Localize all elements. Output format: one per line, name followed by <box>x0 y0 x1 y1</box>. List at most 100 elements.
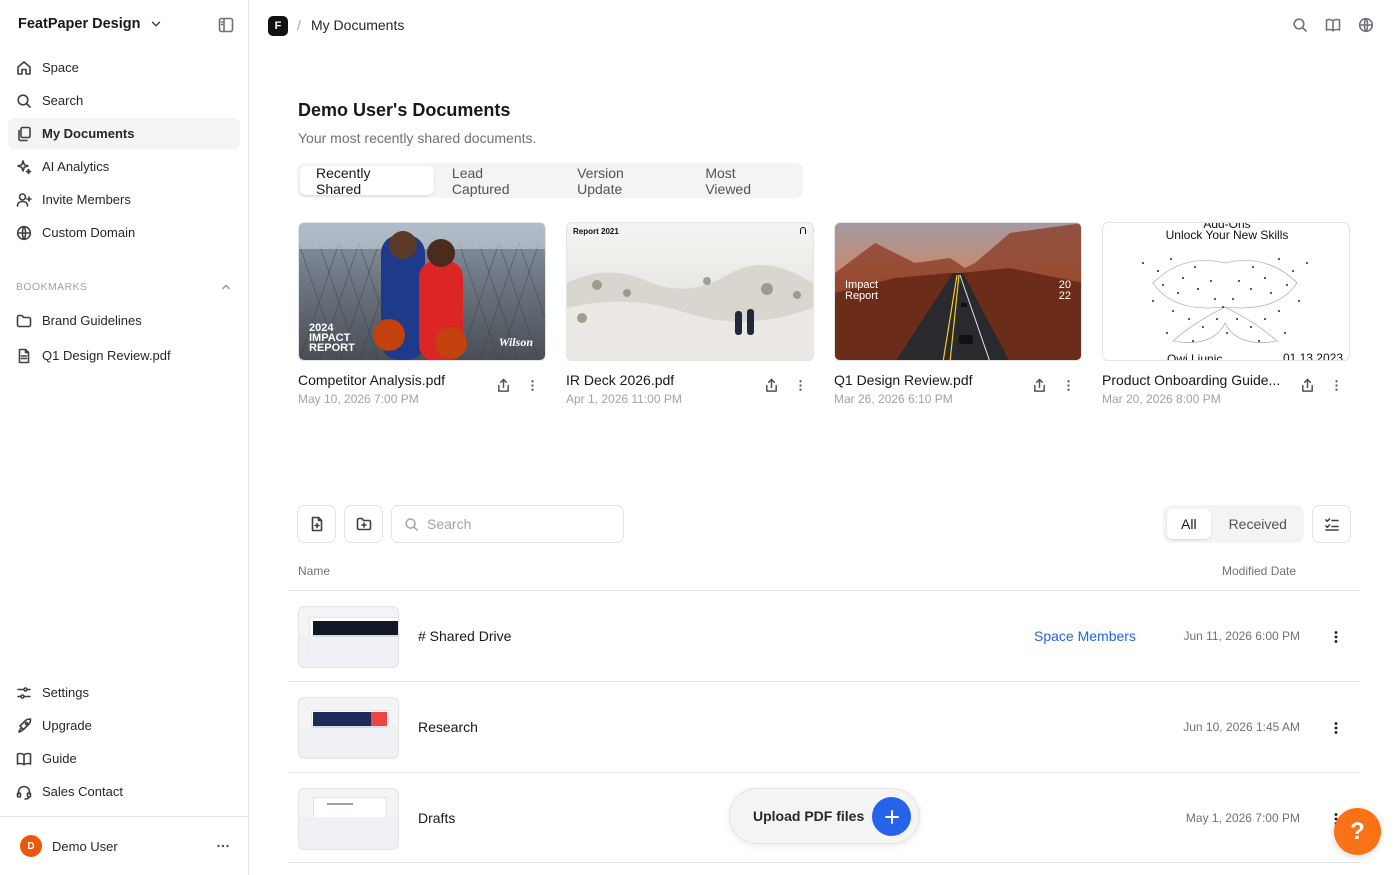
document-meta: Q1 Design Review.pdf Mar 26, 2026 6:10 P… <box>834 372 1082 412</box>
tab-recently-shared[interactable]: Recently Shared <box>300 165 434 197</box>
chevron-down-icon <box>151 21 160 27</box>
sparkles-icon <box>17 159 32 174</box>
folder-thumbnail <box>298 788 399 850</box>
row-sharing-link[interactable]: Space Members <box>1034 628 1136 644</box>
nav-item-my-documents[interactable]: My Documents <box>8 118 240 149</box>
nav-item-label: Settings <box>42 685 89 700</box>
document-card[interactable]: 2024 IMPACT REPORT Wilson Competitor Ana… <box>298 222 546 412</box>
workspace-switcher[interactable]: FeatPaper Design <box>18 16 163 32</box>
more-vertical-icon[interactable] <box>1328 720 1344 736</box>
workspace-name: FeatPaper Design <box>18 16 141 32</box>
nav-item-sales-contact[interactable]: Sales Contact <box>8 776 240 807</box>
document-meta: Competitor Analysis.pdf May 10, 2026 7:0… <box>298 372 546 412</box>
topbar: F / My Documents <box>249 0 1400 52</box>
nav-item-space[interactable]: Space <box>8 52 240 83</box>
document-thumbnail[interactable]: Report 2021 <box>566 222 814 361</box>
document-thumbnail[interactable]: 2024 IMPACT REPORT Wilson <box>298 222 546 361</box>
new-folder-button[interactable] <box>344 505 383 543</box>
nav-item-search[interactable]: Search <box>8 85 240 116</box>
share-icon[interactable] <box>1300 378 1315 393</box>
thumbnail-text: Owi Liunic <box>1167 352 1223 361</box>
row-name[interactable]: Research <box>418 719 478 735</box>
recent-documents: 2024 IMPACT REPORT Wilson Competitor Ana… <box>298 222 1350 412</box>
nav-item-settings[interactable]: Settings <box>8 677 240 708</box>
ownership-filter: All Received <box>1163 505 1304 543</box>
more-vertical-icon[interactable] <box>525 378 540 393</box>
user-menu[interactable]: D Demo User <box>0 816 249 875</box>
document-thumbnail[interactable]: Add-Ons Unlock Your New Skills Owi Liuni… <box>1102 222 1350 361</box>
document-title[interactable]: Product Onboarding Guide... <box>1102 372 1292 388</box>
share-icon[interactable] <box>1032 378 1047 393</box>
breadcrumb-separator: / <box>297 17 301 33</box>
bookmark-label: Brand Guidelines <box>42 313 142 328</box>
nav-item-ai-analytics[interactable]: AI Analytics <box>8 151 240 182</box>
topbar-actions <box>1292 17 1374 33</box>
row-name[interactable]: Drafts <box>418 810 455 826</box>
thumbnail-mark <box>800 227 806 234</box>
filter-received[interactable]: Received <box>1215 509 1301 539</box>
document-date: May 10, 2026 7:00 PM <box>298 392 419 406</box>
bookmark-brand-guidelines[interactable]: Brand Guidelines <box>8 304 240 337</box>
share-icon[interactable] <box>764 378 779 393</box>
document-card[interactable]: Add-Ons Unlock Your New Skills Owi Liuni… <box>1102 222 1350 412</box>
more-horizontal-icon[interactable] <box>215 838 231 854</box>
globe-icon[interactable] <box>1358 17 1374 33</box>
nav-item-upgrade[interactable]: Upgrade <box>8 710 240 741</box>
document-actions <box>764 378 808 393</box>
sidebar: FeatPaper Design Space Search My Documen… <box>0 0 249 875</box>
upload-label: Upload PDF files <box>753 808 865 824</box>
document-title[interactable]: IR Deck 2026.pdf <box>566 372 756 388</box>
document-search[interactable] <box>391 505 624 543</box>
table-row[interactable]: # Shared Drive Space Members Jun 11, 202… <box>288 590 1360 681</box>
document-title[interactable]: Competitor Analysis.pdf <box>298 372 488 388</box>
new-document-button[interactable] <box>297 505 336 543</box>
app-logo[interactable]: F <box>268 16 288 36</box>
nav-item-guide[interactable]: Guide <box>8 743 240 774</box>
column-header-name[interactable]: Name <box>298 564 330 578</box>
more-vertical-icon[interactable] <box>1061 378 1076 393</box>
tab-most-viewed[interactable]: Most Viewed <box>689 165 800 197</box>
search-icon <box>405 517 418 531</box>
folder-thumbnail <box>298 697 399 759</box>
search-input[interactable] <box>427 516 607 532</box>
document-card[interactable]: Impact Report 20 22 Q1 Design Review.pdf… <box>834 222 1082 412</box>
nav-item-custom-domain[interactable]: Custom Domain <box>8 217 240 248</box>
document-card[interactable]: Report 2021 IR Deck 2026.pdf Apr 1, 2026… <box>566 222 814 412</box>
column-header-modified-date[interactable]: Modified Date <box>1222 564 1296 578</box>
upload-plus-button[interactable] <box>872 797 911 836</box>
tab-version-update[interactable]: Version Update <box>561 165 687 197</box>
table-row[interactable]: Research Jun 10, 2026 1:45 AM <box>288 681 1360 772</box>
tab-lead-captured[interactable]: Lead Captured <box>436 165 559 197</box>
headset-icon <box>16 785 32 800</box>
document-thumbnail[interactable]: Impact Report 20 22 <box>834 222 1082 361</box>
select-mode-button[interactable] <box>1312 505 1351 543</box>
bookmarks-header[interactable]: BOOKMARKS <box>16 281 232 293</box>
filter-all[interactable]: All <box>1167 509 1211 539</box>
plus-icon <box>884 809 899 824</box>
nav-item-invite-members[interactable]: Invite Members <box>8 184 240 215</box>
nav-item-label: AI Analytics <box>42 159 110 174</box>
more-vertical-icon[interactable] <box>1328 629 1344 645</box>
help-button[interactable]: ? <box>1334 808 1381 855</box>
document-actions <box>496 378 540 393</box>
bookmarks-heading: BOOKMARKS <box>16 281 88 293</box>
thumbnail-caption: Impact Report <box>845 280 878 302</box>
document-title[interactable]: Q1 Design Review.pdf <box>834 372 1024 388</box>
sidebar-toggle-icon[interactable] <box>218 17 234 33</box>
row-name[interactable]: # Shared Drive <box>418 628 511 644</box>
bookmark-q1-design-review[interactable]: Q1 Design Review.pdf <box>8 339 240 372</box>
search-icon[interactable] <box>1292 17 1308 33</box>
book-open-icon[interactable] <box>1325 17 1341 33</box>
nav-item-label: Search <box>42 93 84 108</box>
share-icon[interactable] <box>496 378 511 393</box>
nav-item-label: Guide <box>42 751 77 766</box>
thumbnail-year: 20 22 <box>1059 280 1071 302</box>
breadcrumb[interactable]: My Documents <box>311 17 404 33</box>
rocket-icon <box>18 717 32 733</box>
nav-item-label: Space <box>42 60 79 75</box>
book-icon <box>16 752 32 765</box>
upload-pdf-button[interactable]: Upload PDF files <box>729 788 920 844</box>
more-vertical-icon[interactable] <box>1329 378 1344 393</box>
document-meta: IR Deck 2026.pdf Apr 1, 2026 11:00 PM <box>566 372 814 412</box>
more-vertical-icon[interactable] <box>793 378 808 393</box>
